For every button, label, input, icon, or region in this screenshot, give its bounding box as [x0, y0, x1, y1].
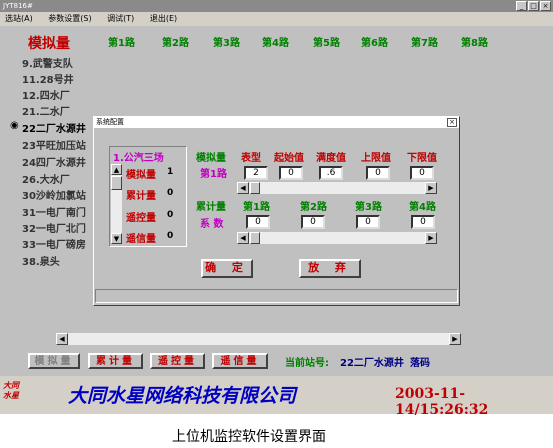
system-config-dialog: 系统配置 × 1.公汽三场 ▲ ▼ 模拟量 1 累计量 0 遥控量 0 遥信量 …	[93, 116, 460, 306]
road-header-6: 第6路	[361, 38, 388, 49]
cumulative-scroll-thumb[interactable]	[250, 232, 260, 244]
station-item-selected[interactable]: 22二厂水源井	[22, 120, 86, 135]
list-title: 1.公汽三场	[113, 153, 164, 164]
company-logo: 大同 水星	[3, 381, 19, 400]
cumulative-road-3: 第3路	[355, 202, 382, 213]
analog-scroll-left[interactable]: ◀	[237, 182, 249, 194]
remote-signal-count: 0	[167, 231, 174, 241]
station-item[interactable]: 24四厂水源井	[22, 154, 86, 169]
station-item[interactable]: 38.泉头	[22, 253, 60, 268]
tab-analog[interactable]: 模拟量	[28, 353, 80, 369]
cumulative-scroll-right[interactable]: ▶	[425, 232, 437, 244]
dialog-titlebar: 系统配置	[94, 117, 459, 128]
tab-remote-control[interactable]: 遥控量	[150, 353, 205, 369]
header-full-value: 满度值	[316, 153, 346, 164]
tab-cumulative[interactable]: 累计量	[88, 353, 143, 369]
menu-parameter-settings[interactable]: 参数设置(S)	[48, 12, 91, 26]
header-start-value: 起始值	[274, 153, 304, 164]
coefficient-label: 系 数	[200, 219, 224, 230]
header-upper-limit: 上限值	[361, 153, 391, 164]
menu-bar: 选站(A) 参数设置(S) 调试(T) 退出(E)	[0, 12, 553, 26]
analog-hscrollbar[interactable]	[237, 182, 437, 194]
close-button[interactable]: ×	[540, 1, 551, 11]
start-value-field[interactable]: 0	[279, 166, 303, 180]
selected-radio-icon[interactable]: ◉	[10, 120, 19, 131]
coefficient-field-4[interactable]: 0	[411, 215, 435, 229]
road-header-2: 第2路	[162, 38, 189, 49]
cumulative-road-2: 第2路	[300, 202, 327, 213]
analog-header: 模拟量	[28, 36, 70, 52]
analog-label: 模拟量	[196, 153, 226, 164]
header-meter-type: 表型	[241, 153, 261, 164]
road-header-4: 第4路	[262, 38, 289, 49]
station-item[interactable]: 31一电厂南门	[22, 204, 86, 219]
station-item[interactable]: 33一电厂磅房	[22, 236, 86, 251]
upper-limit-field[interactable]: 0	[366, 166, 390, 180]
scroll-up-button[interactable]: ▲	[111, 164, 122, 175]
menu-exit[interactable]: 退出(E)	[150, 12, 177, 26]
coefficient-field-1[interactable]: 0	[246, 215, 270, 229]
road-header-5: 第5路	[313, 38, 340, 49]
status-label: 当前站号:	[285, 358, 329, 369]
window-titlebar: JYT816#	[0, 0, 553, 12]
tab-remote-signal[interactable]: 遥信量	[212, 353, 268, 369]
dialog-close-button[interactable]: ×	[447, 118, 457, 127]
dialog-title: 系统配置	[96, 118, 124, 126]
figure-caption: 上位机监控软件设置界面	[172, 429, 326, 445]
menu-debug[interactable]: 调试(T)	[107, 12, 134, 26]
station-item[interactable]: 30沙岭加氯站	[22, 187, 86, 202]
cumulative-road-1: 第1路	[243, 202, 270, 213]
road-header-7: 第7路	[411, 38, 438, 49]
analog-scroll-right[interactable]: ▶	[425, 182, 437, 194]
window-title: JYT816#	[3, 2, 33, 10]
station-item[interactable]: 21.二水厂	[22, 103, 70, 118]
cumulative-hscrollbar[interactable]	[237, 232, 437, 244]
ok-button[interactable]: 确 定	[201, 259, 253, 278]
cumulative-road-4: 第4路	[409, 202, 436, 213]
station-item[interactable]: 32一电厂北门	[22, 220, 86, 235]
header-lower-limit: 下限值	[407, 153, 437, 164]
cumulative-count: 0	[167, 188, 174, 198]
analog-road-label: 第1路	[200, 169, 227, 180]
analog-count: 1	[167, 167, 174, 177]
meter-type-field[interactable]: 2	[244, 166, 268, 180]
current-station: 22二厂水源井	[340, 358, 404, 369]
main-scroll-left[interactable]: ◀	[56, 333, 68, 345]
list-item-remote-signal[interactable]: 遥信量	[126, 230, 156, 245]
coefficient-field-3[interactable]: 0	[356, 215, 380, 229]
menu-select-station[interactable]: 选站(A)	[5, 12, 33, 26]
road-header-8: 第8路	[461, 38, 488, 49]
lower-limit-field[interactable]: 0	[410, 166, 434, 180]
analog-scroll-thumb[interactable]	[250, 182, 260, 194]
list-item-analog[interactable]: 模拟量	[126, 166, 156, 181]
station-item[interactable]: 26.大水厂	[22, 171, 70, 186]
station-item[interactable]: 11.28号井	[22, 71, 74, 86]
cancel-button[interactable]: 放 弃	[299, 259, 361, 278]
scroll-thumb[interactable]	[111, 176, 122, 190]
coefficient-field-2[interactable]: 0	[301, 215, 325, 229]
maximize-button[interactable]: □	[528, 1, 539, 11]
road-header-3: 第3路	[213, 38, 240, 49]
station-item[interactable]: 12.四水厂	[22, 87, 70, 102]
station-item[interactable]: 9.武警支队	[22, 55, 73, 70]
scroll-down-button[interactable]: ▼	[111, 233, 122, 244]
station-state: 落码	[410, 358, 430, 369]
main-hscrollbar[interactable]	[56, 333, 461, 345]
datetime-display: 2003-11-14/15:26:32	[395, 386, 489, 418]
dialog-status-strip	[95, 289, 458, 303]
minimize-button[interactable]: _	[516, 1, 527, 11]
cumulative-scroll-left[interactable]: ◀	[237, 232, 249, 244]
road-header-1: 第1路	[108, 38, 135, 49]
full-value-field[interactable]: .6	[319, 166, 343, 180]
cumulative-label: 累计量	[196, 202, 226, 213]
station-item[interactable]: 23平旺加压站	[22, 137, 86, 152]
remote-control-count: 0	[167, 210, 174, 220]
list-item-remote-control[interactable]: 遥控量	[126, 209, 156, 224]
company-name: 大同水星网络科技有限公司	[68, 385, 297, 407]
main-scroll-right[interactable]: ▶	[449, 333, 461, 345]
list-item-cumulative[interactable]: 累计量	[126, 187, 156, 202]
